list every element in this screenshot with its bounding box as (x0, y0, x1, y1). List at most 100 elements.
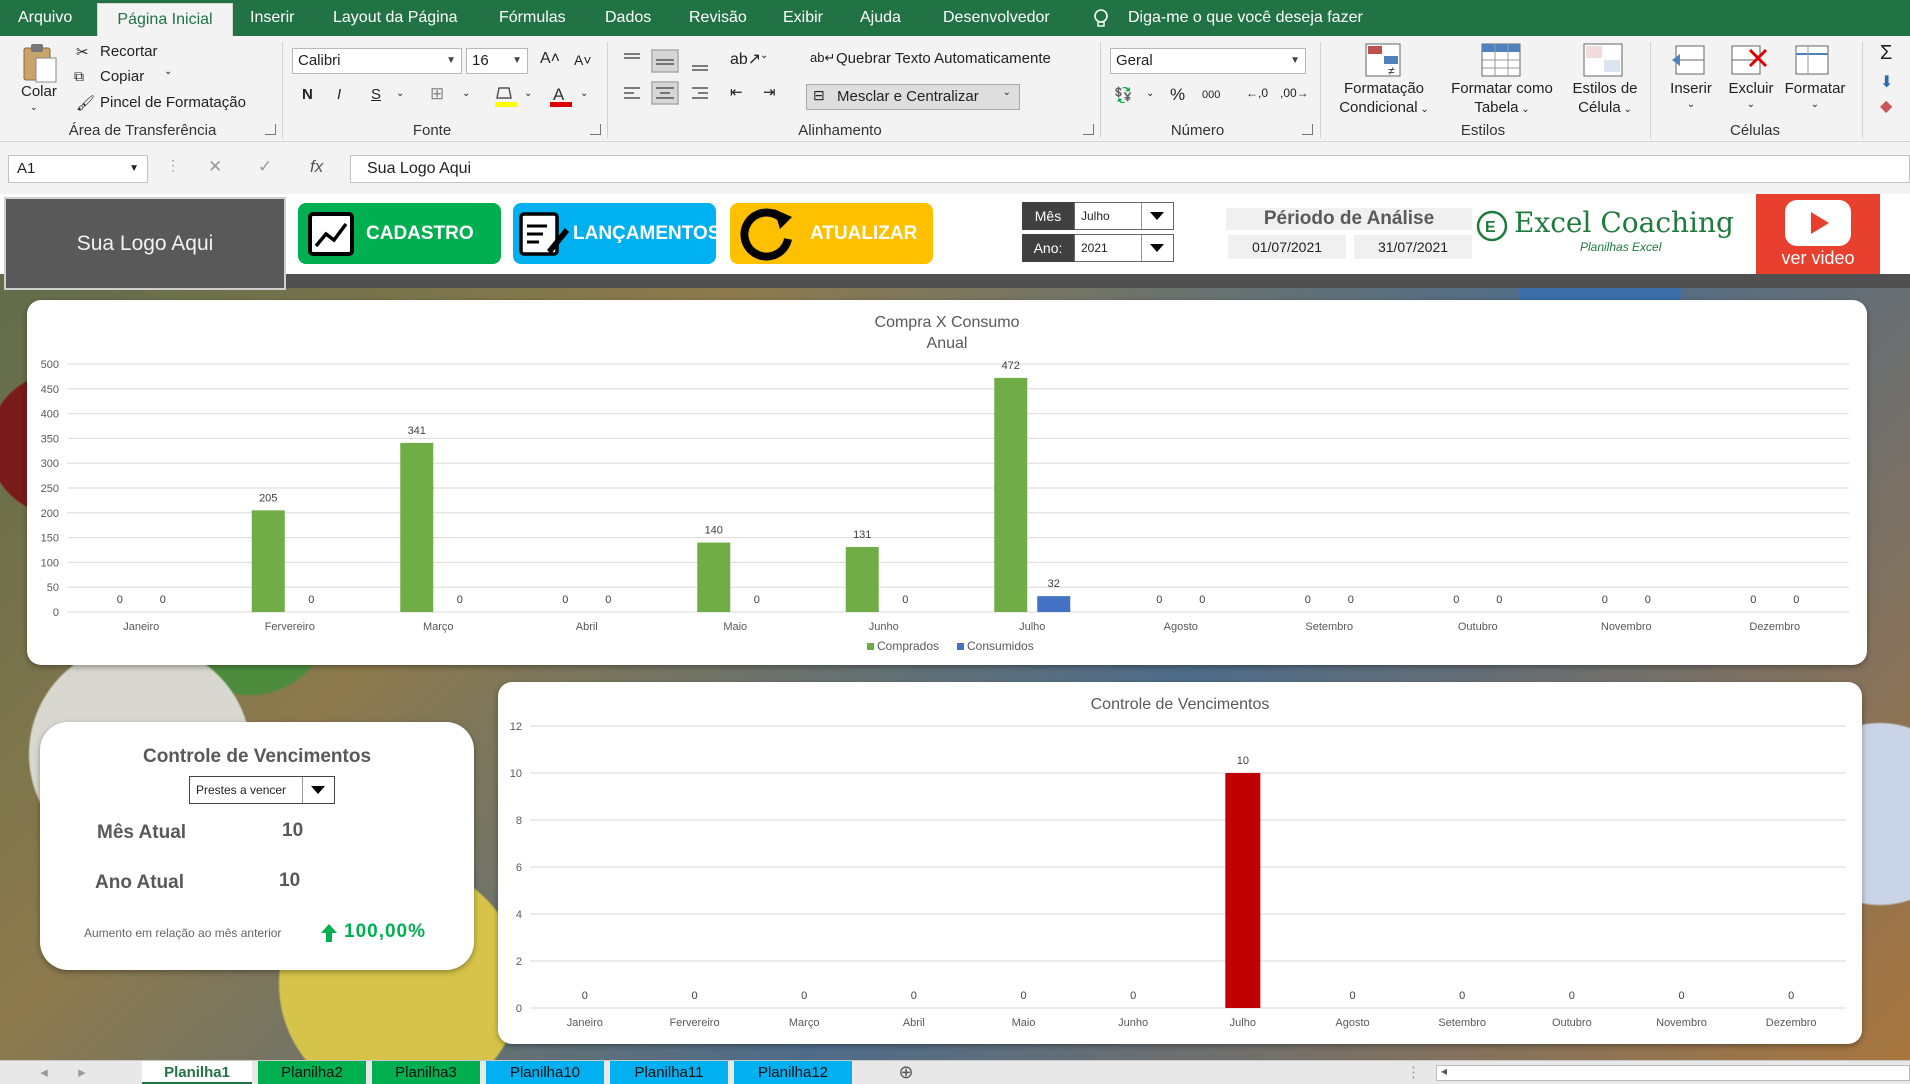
currency-icon[interactable]: 💱 (1114, 86, 1133, 104)
vencimento-select[interactable]: Prestes a vencer (189, 776, 335, 804)
percent-button[interactable]: % (1170, 85, 1185, 105)
font-launcher-icon[interactable] (590, 124, 601, 135)
font-size-select[interactable]: 16 ▼ (466, 48, 528, 74)
sheet-tab-planilha11[interactable]: Planilha11 (610, 1061, 728, 1084)
fill-icon[interactable]: ⬇ (1880, 72, 1893, 92)
paste-label[interactable]: Colar (21, 83, 57, 100)
conditional-formatting-icon[interactable]: ≠ (1364, 42, 1404, 80)
conditional-formatting-button[interactable]: Formatação (1328, 80, 1440, 97)
chevron-down-icon[interactable]: ⌄ (1716, 99, 1786, 110)
mes-select[interactable]: Julho (1074, 202, 1174, 230)
chevron-down-icon[interactable]: ⌄ (396, 88, 404, 99)
increase-decimal-icon[interactable]: ←,0 (1246, 86, 1268, 100)
copy-button[interactable]: Copiar (100, 68, 144, 85)
clear-icon[interactable]: ◆ (1880, 96, 1892, 116)
logo-placeholder[interactable]: Sua Logo Aqui (4, 197, 286, 290)
wrap-text-button[interactable]: Quebrar Texto Automaticamente (836, 50, 1051, 67)
alignment-icons[interactable] (620, 48, 716, 112)
tab-arquivo[interactable]: Arquivo (18, 0, 72, 36)
tab-pagina-inicial[interactable]: Página Inicial (97, 3, 233, 36)
borders-icon[interactable]: ⊞ (430, 84, 444, 104)
chevron-down-icon[interactable]: ⌄ (524, 88, 532, 99)
video-button[interactable]: ver video (1756, 194, 1880, 274)
scroll-right-icon[interactable]: ▸ (72, 1061, 92, 1084)
sheet-tab-planilha10[interactable]: Planilha10 (486, 1061, 604, 1084)
merge-center-button[interactable]: ⊟ Mesclar e Centralizar ⌄ (806, 84, 1020, 110)
tab-ajuda[interactable]: Ajuda (860, 0, 901, 36)
sheet-tab-planilha1[interactable]: Planilha1 (142, 1061, 252, 1084)
cancel-icon[interactable]: ✕ (208, 157, 222, 177)
scissors-icon[interactable]: ✂ (76, 43, 89, 61)
thousands-button[interactable]: 000 (1202, 89, 1220, 101)
chevron-down-icon[interactable]: ⌄ (760, 50, 768, 61)
sheet-tab-planilha12[interactable]: Planilha12 (734, 1061, 852, 1084)
tab-dados[interactable]: Dados (605, 0, 651, 36)
lancamentos-button[interactable]: LANÇAMENTOS (513, 203, 720, 264)
chevron-down-icon[interactable]: ⌄ (30, 102, 38, 113)
format-as-table-icon[interactable] (1480, 42, 1524, 80)
enter-icon[interactable]: ✓ (258, 157, 272, 177)
chevron-down-icon[interactable] (1142, 235, 1172, 261)
chevron-down-icon[interactable] (303, 777, 333, 803)
tab-exibir[interactable]: Exibir (783, 0, 823, 36)
wrap-text-icon[interactable]: ab↵ (810, 50, 835, 66)
underline-button[interactable]: S (371, 86, 381, 103)
scroll-left-icon[interactable]: ◂ (1441, 1064, 1447, 1078)
chevron-down-icon[interactable]: ⌄ (1778, 99, 1852, 110)
cell-styles-button[interactable]: Estilos de (1560, 80, 1650, 97)
clipboard-launcher-icon[interactable] (265, 124, 276, 135)
insert-function-icon[interactable]: fx (310, 157, 323, 177)
format-as-table-label[interactable]: Tabela ⌄ (1440, 99, 1564, 116)
format-painter-icon[interactable]: 🖌 (76, 94, 95, 112)
cadastro-button[interactable]: CADASTRO (298, 203, 501, 264)
chevron-down-icon[interactable]: ⌄ (1621, 104, 1631, 115)
format-painter-button[interactable]: Pincel de Formatação (100, 94, 246, 111)
chevron-down-icon[interactable]: ⌄ (1146, 88, 1154, 99)
chevron-down-icon[interactable]: ⌄ (1003, 87, 1011, 98)
italic-button[interactable]: I (337, 86, 341, 103)
scroll-left-icon[interactable]: ◂ (34, 1061, 54, 1084)
chevron-down-icon[interactable] (1142, 203, 1172, 229)
ano-select[interactable]: 2021 (1074, 234, 1174, 262)
shrink-font-icon[interactable]: A˅ (574, 52, 592, 68)
tab-formulas[interactable]: Fórmulas (499, 0, 566, 36)
bold-button[interactable]: N (302, 86, 313, 103)
number-launcher-icon[interactable] (1302, 124, 1313, 135)
font-name-select[interactable]: Calibri ▼ (292, 48, 462, 74)
decrease-indent-icon[interactable]: ⇤ (730, 83, 743, 101)
chevron-down-icon[interactable]: ⌄ (1418, 104, 1428, 115)
insert-cells-icon[interactable] (1670, 42, 1710, 78)
delete-cells-button[interactable]: Excluir (1716, 80, 1786, 97)
grow-font-icon[interactable]: A˄ (540, 50, 560, 68)
horizontal-scrollbar[interactable]: ◂ (1436, 1064, 1910, 1081)
tab-revisao[interactable]: Revisão (689, 0, 747, 36)
font-color-icon[interactable]: A (548, 84, 574, 108)
chevron-down-icon[interactable]: ⌄ (1519, 104, 1529, 115)
format-cells-button[interactable]: Formatar (1778, 80, 1852, 97)
fill-color-icon[interactable] (493, 84, 519, 108)
format-cells-icon[interactable] (1792, 42, 1834, 78)
chevron-down-icon[interactable]: ▼ (129, 156, 139, 182)
sheet-tab-planilha3[interactable]: Planilha3 (372, 1061, 480, 1084)
cut-button[interactable]: Recortar (100, 43, 158, 60)
tab-desenvolvedor[interactable]: Desenvolvedor (943, 0, 1050, 36)
chevron-down-icon[interactable]: ⌄ (462, 88, 470, 99)
orientation-icon[interactable]: ab↗ (730, 49, 761, 69)
chevron-down-icon[interactable]: ⌄ (164, 66, 172, 77)
cell-styles-icon[interactable] (1582, 42, 1626, 80)
paste-icon[interactable] (20, 42, 58, 84)
copy-icon[interactable]: ⧉ (74, 68, 84, 85)
tab-layout[interactable]: Layout da Página (333, 0, 458, 36)
increase-indent-icon[interactable]: ⇥ (763, 83, 776, 101)
tab-inserir[interactable]: Inserir (250, 0, 294, 36)
chevron-down-icon[interactable]: ⌄ (580, 88, 588, 99)
format-as-table-button[interactable]: Formatar como (1440, 80, 1564, 97)
alignment-launcher-icon[interactable] (1083, 124, 1094, 135)
delete-cells-icon[interactable] (1728, 42, 1770, 78)
conditional-formatting-label[interactable]: Condicional ⌄ (1328, 99, 1440, 116)
decrease-decimal-icon[interactable]: ,00→ (1280, 86, 1309, 100)
add-sheet-icon[interactable]: ⊕ (892, 1061, 920, 1084)
number-format-select[interactable]: Geral ▼ (1110, 48, 1306, 74)
autosum-icon[interactable]: Σ (1880, 42, 1892, 65)
tell-me-search[interactable]: Diga-me o que você deseja fazer (1128, 0, 1363, 36)
